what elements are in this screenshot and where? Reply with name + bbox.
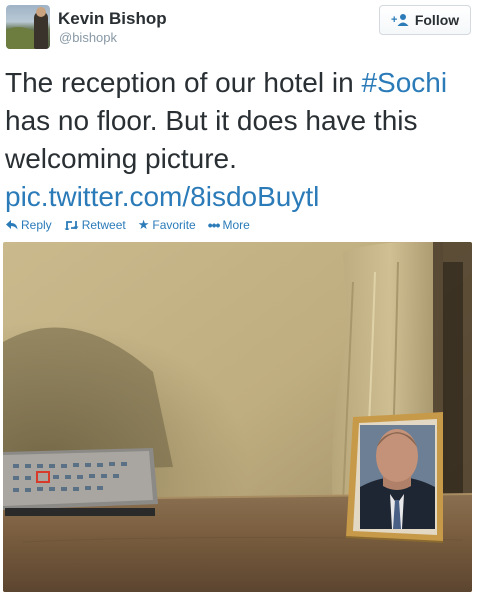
reply-arrow-icon: [6, 220, 18, 230]
favorite-label: Favorite: [152, 218, 196, 232]
follow-label: Follow: [414, 12, 460, 28]
tweet-text-part: has no floor. But it does have this welc…: [5, 105, 418, 174]
retweet-label: Retweet: [81, 218, 126, 232]
retweet-button[interactable]: Retweet: [64, 216, 126, 234]
tweet-header: Kevin Bishop @bishopk + Follow: [0, 0, 480, 58]
reply-label: Reply: [21, 218, 52, 232]
tweet-text: The reception of our hotel in #Sochi has…: [5, 64, 473, 216]
hotel-reception-photo: [3, 242, 472, 592]
hashtag-link[interactable]: #Sochi: [361, 67, 447, 98]
tweet-text-part: The reception of our hotel in: [5, 67, 362, 98]
author-handle[interactable]: @bishopk: [59, 30, 117, 45]
ellipsis-icon: •••: [207, 217, 221, 233]
star-icon: ★: [137, 217, 150, 232]
reply-button[interactable]: Reply: [6, 216, 52, 234]
tweet-actions: Reply Retweet ★ Favorite ••• More: [6, 216, 250, 234]
author-name[interactable]: Kevin Bishop: [58, 9, 167, 29]
svg-text:+: +: [391, 14, 397, 26]
avatar[interactable]: [6, 5, 50, 49]
favorite-button[interactable]: ★ Favorite: [138, 216, 196, 234]
add-user-icon: +: [391, 14, 409, 26]
retweet-icon: [64, 221, 79, 230]
media-link[interactable]: pic.twitter.com/8isdoBuytl: [5, 181, 319, 212]
more-label: More: [222, 218, 250, 232]
follow-button[interactable]: + Follow: [379, 5, 471, 35]
attached-photo[interactable]: [3, 242, 472, 592]
more-button[interactable]: ••• More: [208, 216, 250, 234]
